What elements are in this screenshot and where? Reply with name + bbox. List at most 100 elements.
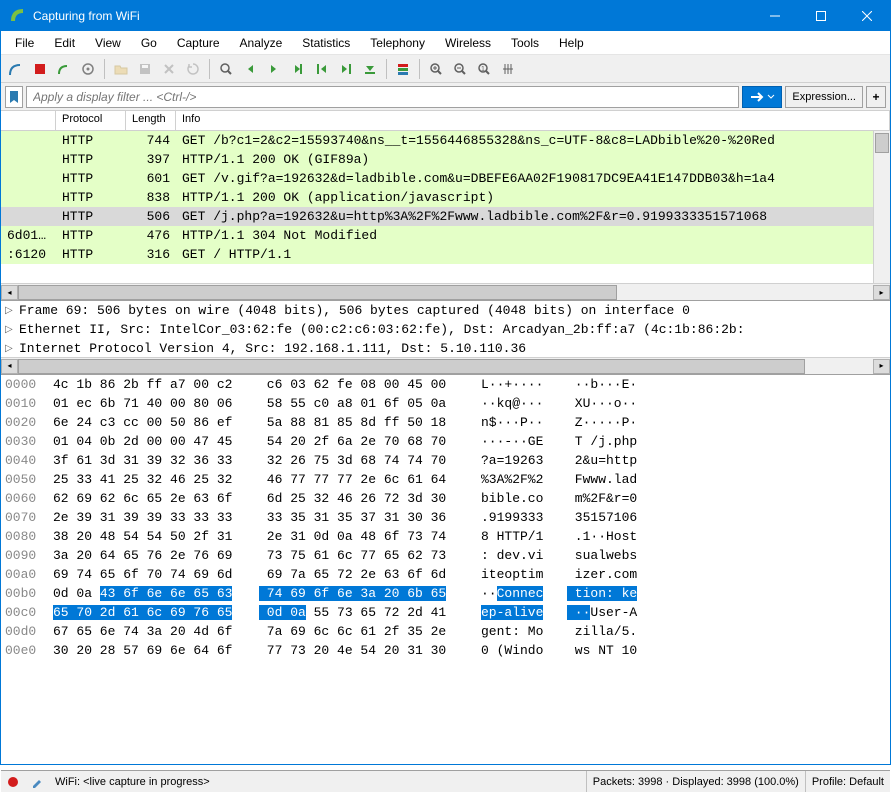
svg-text:1: 1 [481,66,485,73]
titlebar: Capturing from WiFi [1,1,890,31]
scroll-right-icon[interactable]: ▸ [873,285,890,300]
hex-row[interactable]: 003001 04 0b 2d 00 00 47 45 54 20 2f 6a … [1,434,890,453]
detail-row: ▷Internet Protocol Version 4, Src: 192.1… [1,339,890,358]
hex-row[interactable]: 006062 69 62 6c 65 2e 63 6f 6d 25 32 46 … [1,491,890,510]
separator [104,59,105,79]
packet-row[interactable]: HTTP838HTTP/1.1 200 OK (application/java… [1,188,890,207]
colorize-icon[interactable] [392,58,414,80]
column-spacer[interactable] [1,111,56,130]
packet-row[interactable]: :6120HTTP316GET / HTTP/1.1 [1,245,890,264]
go-first-icon[interactable] [311,58,333,80]
open-file-icon[interactable] [110,58,132,80]
hex-row[interactable]: 00702e 39 31 39 39 33 33 33 33 35 31 35 … [1,510,890,529]
zoom-in-icon[interactable] [425,58,447,80]
menu-capture[interactable]: Capture [167,33,230,53]
restart-capture-icon[interactable] [53,58,75,80]
find-icon[interactable] [215,58,237,80]
reload-icon[interactable] [182,58,204,80]
column-length[interactable]: Length [126,111,176,130]
go-back-icon[interactable] [239,58,261,80]
auto-scroll-icon[interactable] [359,58,381,80]
close-button[interactable] [844,1,890,31]
expression-button[interactable]: Expression... [785,86,863,108]
hex-row[interactable]: 008038 20 48 54 54 50 2f 31 2e 31 0d 0a … [1,529,890,548]
horizontal-scrollbar[interactable]: ◂ ▸ [1,283,890,300]
resize-columns-icon[interactable] [497,58,519,80]
hex-row[interactable]: 00c065 70 2d 61 6c 69 76 65 0d 0a 55 73 … [1,605,890,624]
column-protocol[interactable]: Protocol [56,111,126,130]
toolbar: 1 [1,55,890,83]
hex-row[interactable]: 00e030 20 28 57 69 6e 64 6f 77 73 20 4e … [1,643,890,662]
hex-row[interactable]: 00903a 20 64 65 76 2e 76 69 73 75 61 6c … [1,548,890,567]
separator [419,59,420,79]
close-file-icon[interactable] [158,58,180,80]
horizontal-scrollbar[interactable]: ◂ ▸ [1,357,890,374]
filter-bar: Expression... + [1,83,890,111]
packet-details-pane[interactable]: ▷Frame 69: 506 bytes on wire (4048 bits)… [1,301,890,375]
zoom-out-icon[interactable] [449,58,471,80]
go-to-packet-icon[interactable] [287,58,309,80]
scroll-right-icon[interactable]: ▸ [873,359,890,374]
expand-icon[interactable]: ▷ [5,324,19,336]
status-edit-icon[interactable] [25,771,49,792]
column-info[interactable]: Info [176,111,890,130]
save-file-icon[interactable] [134,58,156,80]
hex-row[interactable]: 00d067 65 6e 74 3a 20 4d 6f 7a 69 6c 6c … [1,624,890,643]
menu-analyze[interactable]: Analyze [230,33,293,53]
packet-bytes-pane[interactable]: 00004c 1b 86 2b ff a7 00 c2 c6 03 62 fe … [1,375,890,770]
separator [386,59,387,79]
menu-statistics[interactable]: Statistics [292,33,360,53]
bookmark-filter-icon[interactable] [5,86,23,108]
window-title: Capturing from WiFi [33,9,752,23]
scroll-left-icon[interactable]: ◂ [1,285,18,300]
zoom-reset-icon[interactable]: 1 [473,58,495,80]
hex-row[interactable]: 00b00d 0a 43 6f 6e 6e 65 63 74 69 6f 6e … [1,586,890,605]
menu-view[interactable]: View [85,33,131,53]
expand-icon[interactable]: ▷ [5,343,19,355]
display-filter-input[interactable] [26,86,739,108]
menu-help[interactable]: Help [549,33,594,53]
go-last-icon[interactable] [335,58,357,80]
expand-icon[interactable]: ▷ [5,305,19,317]
maximize-button[interactable] [798,1,844,31]
expression-label: Expression... [792,91,856,103]
hex-row[interactable]: 005025 33 41 25 32 46 25 32 46 77 77 77 … [1,472,890,491]
packet-row[interactable]: HTTP601GET /v.gif?a=192632&d=ladbible.co… [1,169,890,188]
menu-tools[interactable]: Tools [501,33,549,53]
apply-filter-button[interactable] [742,86,782,108]
statusbar: WiFi: <live capture in progress> Packets… [1,770,890,792]
detail-row: ▷Frame 69: 506 bytes on wire (4048 bits)… [1,301,890,320]
detail-row: ▷Ethernet II, Src: IntelCor_03:62:fe (00… [1,320,890,339]
start-capture-icon[interactable] [5,58,27,80]
packet-rows[interactable]: HTTP744GET /b?c1=2&c2=15593740&ns__t=155… [1,131,890,283]
menu-go[interactable]: Go [131,33,167,53]
go-forward-icon[interactable] [263,58,285,80]
hex-row[interactable]: 00206e 24 c3 cc 00 50 86 ef 5a 88 81 85 … [1,415,890,434]
menu-wireless[interactable]: Wireless [435,33,501,53]
stop-capture-icon[interactable] [29,58,51,80]
minimize-button[interactable] [752,1,798,31]
vertical-scrollbar[interactable] [873,131,890,283]
hex-row[interactable]: 00a069 74 65 6f 70 74 69 6d 69 7a 65 72 … [1,567,890,586]
packet-row[interactable]: 6d01…HTTP476HTTP/1.1 304 Not Modified [1,226,890,245]
hex-row[interactable]: 001001 ec 6b 71 40 00 80 06 58 55 c0 a8 … [1,396,890,415]
hex-row[interactable]: 00004c 1b 86 2b ff a7 00 c2 c6 03 62 fe … [1,377,890,396]
status-packets-text: Packets: 3998 · Displayed: 3998 (100.0%) [587,771,805,792]
packet-list-header: Protocol Length Info [1,111,890,131]
menu-edit[interactable]: Edit [44,33,85,53]
separator [209,59,210,79]
status-capture-text: WiFi: <live capture in progress> [49,771,586,792]
menu-telephony[interactable]: Telephony [360,33,435,53]
status-profile-text[interactable]: Profile: Default [806,771,890,792]
menu-file[interactable]: File [5,33,44,53]
menubar: File Edit View Go Capture Analyze Statis… [1,31,890,55]
packet-row[interactable]: HTTP744GET /b?c1=2&c2=15593740&ns__t=155… [1,131,890,150]
packet-row[interactable]: HTTP397HTTP/1.1 200 OK (GIF89a) [1,150,890,169]
capture-options-icon[interactable] [77,58,99,80]
scroll-left-icon[interactable]: ◂ [1,359,18,374]
app-icon [9,7,25,26]
add-filter-button[interactable]: + [866,86,886,108]
hex-row[interactable]: 00403f 61 3d 31 39 32 36 33 32 26 75 3d … [1,453,890,472]
status-record-icon[interactable] [1,771,25,792]
packet-row[interactable]: HTTP506GET /j.php?a=192632&u=http%3A%2F%… [1,207,890,226]
